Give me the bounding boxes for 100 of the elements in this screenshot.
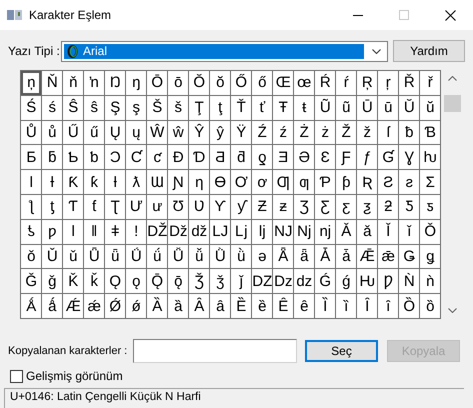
character-cell[interactable]: ȅ [252,294,272,318]
character-cell[interactable]: Ƹ [315,194,335,219]
character-cell[interactable]: ƨ [399,170,419,194]
character-cell[interactable]: Ɠ [378,145,398,170]
character-cell[interactable]: Ŷ [189,120,209,144]
character-cell[interactable]: ŋ [126,71,146,95]
character-cell[interactable]: Ɲ [168,170,188,194]
character-cell[interactable]: Ɣ [399,145,419,170]
character-cell[interactable]: ǲ [273,269,293,294]
character-cell[interactable]: ǜ [231,244,251,268]
character-cell[interactable]: ƣ [294,170,314,194]
character-cell[interactable]: ǽ [84,294,104,318]
character-cell[interactable]: ǆ [189,220,209,244]
character-cell[interactable]: Ȉ [315,294,335,318]
character-cell[interactable]: ǈ [231,220,251,244]
character-cell[interactable]: ơ [252,170,272,194]
scrollbar-thumb[interactable] [444,95,460,112]
character-cell[interactable]: ƿ [42,220,62,244]
character-cell[interactable]: ǖ [105,244,125,268]
character-cell[interactable]: Ƴ [210,194,230,219]
select-button[interactable]: Seç [305,340,378,362]
character-cell[interactable]: ǀ [63,220,83,244]
character-cell[interactable]: œ [294,71,314,95]
character-cell[interactable]: Ǯ [189,269,209,294]
character-cell[interactable]: ũ [336,96,356,120]
close-icon[interactable] [444,10,456,20]
character-cell[interactable]: ŏ [210,71,230,95]
character-cell[interactable]: Ż [294,120,314,144]
character-cell[interactable]: Ƙ [63,170,83,194]
character-cell[interactable]: ū [378,96,398,120]
character-cell[interactable]: Ǜ [210,244,230,268]
character-cell[interactable]: ƀ [399,120,419,144]
character-cell[interactable]: ƥ [336,170,356,194]
character-cell[interactable]: Ȃ [189,294,209,318]
character-cell[interactable]: ř [420,71,440,95]
character-cell[interactable]: ǳ [294,269,314,294]
character-cell[interactable]: ŭ [420,96,440,120]
character-cell[interactable]: Ǻ [21,294,41,318]
character-cell[interactable]: ő [252,71,272,95]
character-cell[interactable]: Ɖ [168,145,188,170]
character-cell[interactable]: ƅ [84,145,104,170]
character-cell[interactable]: ű [84,120,104,144]
character-cell[interactable]: Ǭ [147,269,167,294]
character-cell[interactable]: Ʒ [294,194,314,219]
character-cell[interactable]: ƴ [231,194,251,219]
character-cell[interactable]: ƍ [252,145,272,170]
character-cell[interactable]: ǒ [21,244,41,268]
character-cell[interactable]: Ǆ [147,220,167,244]
help-button[interactable]: Yardım [393,40,465,62]
character-cell[interactable]: Ʈ [105,194,125,219]
character-cell[interactable]: Ȍ [399,294,419,318]
character-cell[interactable]: ƺ [357,194,377,219]
character-cell[interactable]: ź [273,120,293,144]
character-cell[interactable]: Ǩ [63,269,83,294]
character-cell[interactable]: ŵ [168,120,188,144]
character-cell[interactable]: Ʊ [168,194,188,219]
character-cell[interactable]: Ǌ [273,220,293,244]
character-cell[interactable]: ǅ [168,220,188,244]
character-cell[interactable]: ǥ [420,244,440,268]
character-cell[interactable]: ň [63,71,83,95]
character-cell[interactable]: ƈ [147,145,167,170]
character-cell[interactable]: Ǔ [42,244,62,268]
character-cell[interactable]: ŗ [378,71,398,95]
character-cell[interactable]: Ŵ [147,120,167,144]
character-cell[interactable]: Ŧ [273,96,293,120]
character-cell[interactable]: Ů [21,120,41,144]
character-cell[interactable]: Ɩ [21,170,41,194]
character-cell[interactable]: Š [147,96,167,120]
scroll-down-icon[interactable] [448,308,456,313]
font-dropdown[interactable]: Arial [61,40,388,62]
character-cell[interactable]: ǯ [210,269,230,294]
character-cell[interactable]: ȇ [294,294,314,318]
character-cell[interactable]: Ǿ [105,294,125,318]
character-cell[interactable]: ŕ [336,71,356,95]
character-cell[interactable]: ƻ [378,194,398,219]
character-cell[interactable]: ť [252,96,272,120]
character-cell[interactable]: Ź [252,120,272,144]
character-cell[interactable]: Ű [63,120,83,144]
character-cell[interactable]: Ŗ [357,71,377,95]
character-cell[interactable]: Ɗ [189,145,209,170]
character-cell[interactable]: ǋ [294,220,314,244]
character-cell[interactable]: Ƒ [336,145,356,170]
character-cell[interactable]: ş [126,96,146,120]
character-cell[interactable]: Ǫ [105,269,125,294]
character-cell[interactable]: ƛ [126,170,146,194]
character-cell[interactable]: Ƥ [315,170,335,194]
character-cell[interactable]: ǐ [399,220,419,244]
character-cell[interactable]: Ɓ [420,120,440,144]
character-cell[interactable]: Ň [42,71,62,95]
character-cell[interactable]: Ƽ [399,194,419,219]
character-cell[interactable]: Ǵ [315,269,335,294]
character-cell[interactable]: ǚ [189,244,209,268]
character-cell[interactable]: ǻ [42,294,62,318]
advanced-view-checkbox[interactable] [10,370,23,382]
character-cell[interactable]: ǰ [231,269,251,294]
character-cell[interactable]: Ǒ [420,220,440,244]
character-cell[interactable]: ů [42,120,62,144]
character-cell[interactable]: ǡ [336,244,356,268]
character-cell[interactable]: Ɯ [147,170,167,194]
character-cell[interactable]: ǵ [336,269,356,294]
